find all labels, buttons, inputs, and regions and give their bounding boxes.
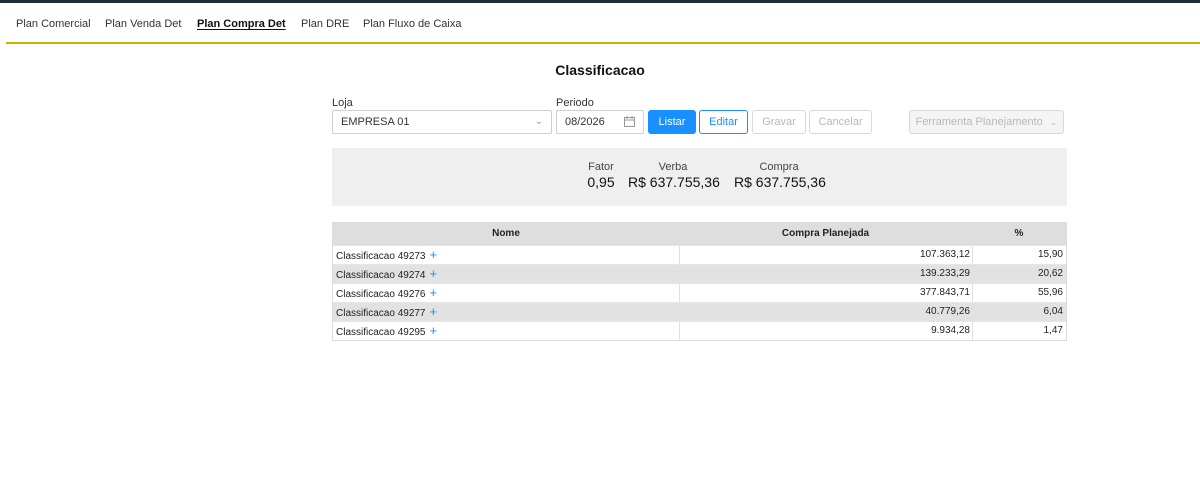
chevron-down-icon: ⌄ xyxy=(534,116,543,127)
tab-bar: Plan Comercial Plan Venda Det Plan Compr… xyxy=(0,3,1200,43)
expand-plus-icon[interactable]: + xyxy=(430,285,438,300)
row-name: Classificacao 49277 xyxy=(336,308,426,319)
ferramenta-label: Ferramenta Planejamento xyxy=(915,116,1043,128)
row-compra-cell: 377.843,71 xyxy=(919,287,970,298)
classificacao-table: Nome Compra Planejada % Classificacao 49… xyxy=(332,222,1067,341)
table-row[interactable]: Classificacao 49273 + 107.363,12 15,90 xyxy=(333,245,1066,264)
compra-summary: Compra R$ 637.755,36 xyxy=(734,161,826,190)
tab-plan-venda-det[interactable]: Plan Venda Det xyxy=(105,18,181,30)
expand-plus-icon[interactable]: + xyxy=(430,304,438,319)
table-header: Nome Compra Planejada % xyxy=(333,223,1066,245)
row-name: Classificacao 49273 xyxy=(336,251,426,262)
loja-value: EMPRESA 01 xyxy=(341,116,410,128)
expand-plus-icon[interactable]: + xyxy=(430,247,438,262)
row-name: Classificacao 49276 xyxy=(336,289,426,300)
calendar-icon xyxy=(624,116,635,127)
column-header-percent[interactable]: % xyxy=(972,223,1066,245)
row-compra-cell: 139.233,29 xyxy=(919,268,970,279)
gravar-button[interactable]: Gravar xyxy=(752,110,806,134)
row-percent-cell: 6,04 xyxy=(1043,306,1063,317)
verba-summary: Verba R$ 637.755,36 xyxy=(628,161,720,190)
editar-button[interactable]: Editar xyxy=(699,110,748,134)
compra-value: R$ 637.755,36 xyxy=(734,174,826,190)
column-divider xyxy=(972,265,973,283)
table-row[interactable]: Classificacao 49274 + 139.233,29 20,62 xyxy=(333,264,1066,283)
fator-value: 0,95 xyxy=(587,174,615,190)
periodo-value: 08/2026 xyxy=(565,116,605,128)
periodo-date-picker[interactable]: 08/2026 xyxy=(556,110,644,134)
row-percent-cell: 55,96 xyxy=(1037,287,1063,298)
tab-plan-fluxo-de-caixa[interactable]: Plan Fluxo de Caixa xyxy=(363,18,461,30)
row-percent-cell: 1,47 xyxy=(1043,325,1063,336)
expand-plus-icon[interactable]: + xyxy=(430,323,438,338)
row-name: Classificacao 49274 xyxy=(336,270,426,281)
column-divider xyxy=(679,265,680,283)
loja-select[interactable]: EMPRESA 01 ⌄ xyxy=(332,110,552,134)
expand-plus-icon[interactable]: + xyxy=(430,266,438,281)
page-title: Classificacao xyxy=(555,62,645,78)
column-divider xyxy=(972,322,973,340)
row-name-cell: Classificacao 49276 + xyxy=(336,284,437,304)
tab-divider xyxy=(6,42,1200,44)
row-compra-cell: 107.363,12 xyxy=(919,249,970,260)
table-row[interactable]: Classificacao 49295 + 9.934,28 1,47 xyxy=(333,321,1066,340)
column-header-compra-planejada[interactable]: Compra Planejada xyxy=(679,223,972,245)
verba-label: Verba xyxy=(658,161,688,173)
column-divider xyxy=(972,284,973,302)
tab-plan-comercial[interactable]: Plan Comercial xyxy=(16,18,91,30)
compra-label: Compra xyxy=(759,161,799,173)
periodo-label: Periodo xyxy=(556,97,594,109)
column-divider xyxy=(679,246,680,264)
loja-label: Loja xyxy=(332,97,353,109)
tab-plan-dre[interactable]: Plan DRE xyxy=(301,18,349,30)
column-divider xyxy=(679,303,680,321)
table-row[interactable]: Classificacao 49276 + 377.843,71 55,96 xyxy=(333,283,1066,302)
summary-panel: Fator 0,95 Verba R$ 637.755,36 Compra R$… xyxy=(332,148,1067,206)
row-name: Classificacao 49295 xyxy=(336,327,426,338)
row-name-cell: Classificacao 49277 + xyxy=(336,303,437,323)
table-row[interactable]: Classificacao 49277 + 40.779,26 6,04 xyxy=(333,302,1066,321)
column-divider xyxy=(972,303,973,321)
chevron-down-icon: ⌄ xyxy=(1049,117,1058,127)
cancelar-button[interactable]: Cancelar xyxy=(809,110,872,134)
row-name-cell: Classificacao 49273 + xyxy=(336,246,437,266)
column-divider xyxy=(679,284,680,302)
verba-value: R$ 637.755,36 xyxy=(628,174,720,190)
row-compra-cell: 40.779,26 xyxy=(925,306,971,317)
fator-label: Fator xyxy=(588,161,614,173)
tab-plan-compra-det[interactable]: Plan Compra Det xyxy=(197,18,286,30)
row-name-cell: Classificacao 49274 + xyxy=(336,265,437,285)
listar-button[interactable]: Listar xyxy=(648,110,696,134)
column-header-nome[interactable]: Nome xyxy=(333,223,679,245)
fator-summary: Fator 0,95 xyxy=(571,161,631,190)
ferramenta-planejamento-dropdown[interactable]: Ferramenta Planejamento ⌄ xyxy=(909,110,1064,134)
row-compra-cell: 9.934,28 xyxy=(931,325,970,336)
row-percent-cell: 15,90 xyxy=(1037,249,1063,260)
row-name-cell: Classificacao 49295 + xyxy=(336,322,437,342)
row-percent-cell: 20,62 xyxy=(1037,268,1063,279)
column-divider xyxy=(972,246,973,264)
column-divider xyxy=(679,322,680,340)
